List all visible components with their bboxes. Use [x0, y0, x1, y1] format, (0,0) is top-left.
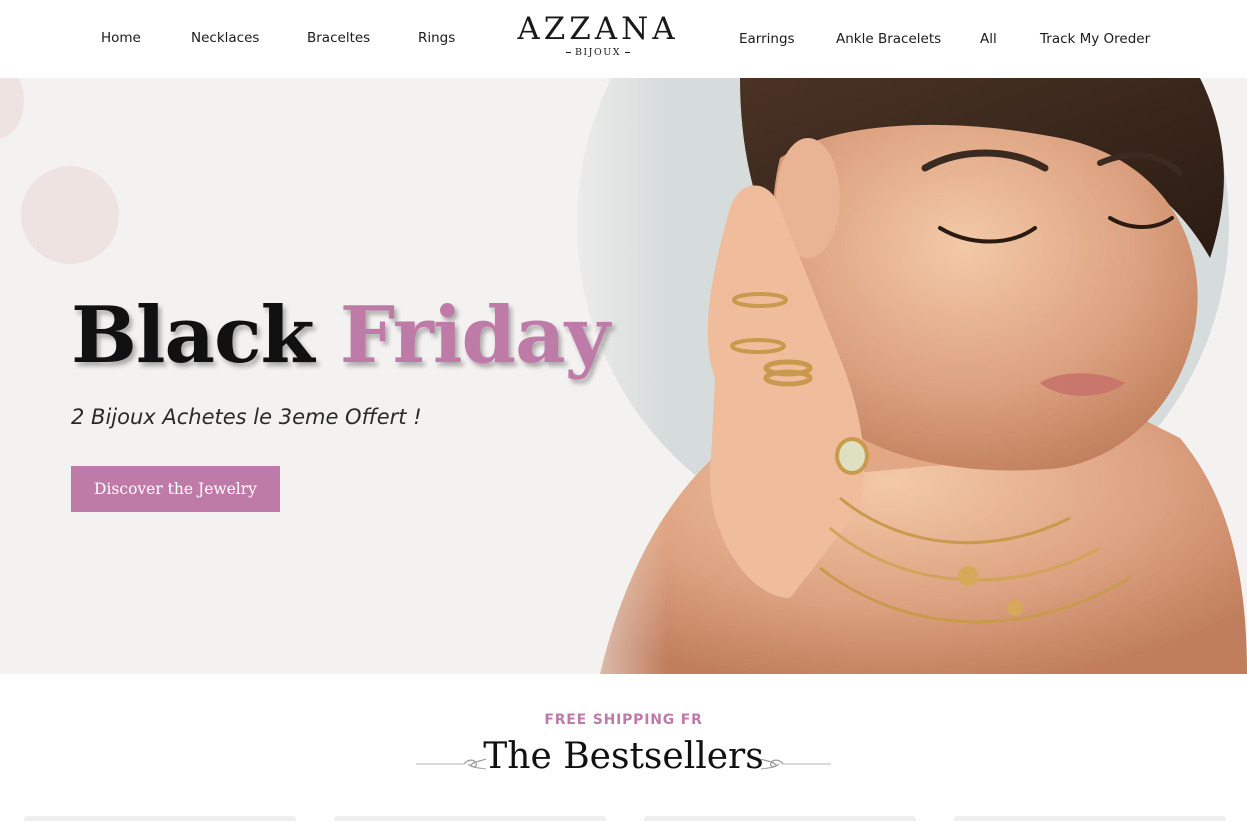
product-card[interactable]: [334, 816, 606, 821]
nav-all[interactable]: All: [980, 31, 997, 47]
decorative-circle: [0, 78, 24, 139]
logo-wordmark: AZZANA: [517, 11, 679, 47]
logo-subtitle-text: BIJOUX: [574, 47, 622, 58]
logo-subtitle: BIJOUX: [512, 47, 684, 58]
product-card[interactable]: [644, 816, 916, 821]
flourish-left-icon: [416, 758, 487, 770]
hero-title-word-friday: Friday: [339, 290, 610, 381]
nav-necklaces[interactable]: Necklaces: [191, 30, 259, 46]
hero-title-word-black: Black: [71, 290, 315, 381]
nav-home[interactable]: Home: [101, 30, 141, 46]
bestsellers-section: FREE SHIPPING FR The Bestsellers: [0, 674, 1247, 821]
nav-earrings[interactable]: Earrings: [739, 31, 795, 47]
nav-rings[interactable]: Rings: [418, 30, 455, 46]
nav-track-order[interactable]: Track My Oreder: [1040, 31, 1150, 47]
decorative-circle: [21, 166, 119, 264]
hero-subtitle: 2 Bijoux Achetes le 3eme Offert !: [71, 405, 422, 429]
section-title: The Bestsellers: [483, 736, 764, 777]
free-shipping-label: FREE SHIPPING FR: [544, 712, 703, 728]
site-header: Home Necklaces Braceltes Rings AZZANA BI…: [0, 0, 1247, 78]
hero-banner: Black Friday 2 Bijoux Achetes le 3eme Of…: [0, 78, 1247, 674]
discover-jewelry-button[interactable]: Discover the Jewelry: [71, 466, 280, 512]
nav-bracelets[interactable]: Braceltes: [307, 30, 370, 46]
flourish-right-icon: [760, 758, 831, 770]
hero-title: Black Friday: [71, 286, 610, 386]
brand-logo[interactable]: AZZANA BIJOUX: [512, 12, 684, 58]
product-card[interactable]: [24, 816, 296, 821]
product-card[interactable]: [954, 816, 1226, 821]
nav-ankle-bracelets[interactable]: Ankle Bracelets: [836, 31, 941, 47]
model-portrait-image: [540, 78, 1247, 674]
